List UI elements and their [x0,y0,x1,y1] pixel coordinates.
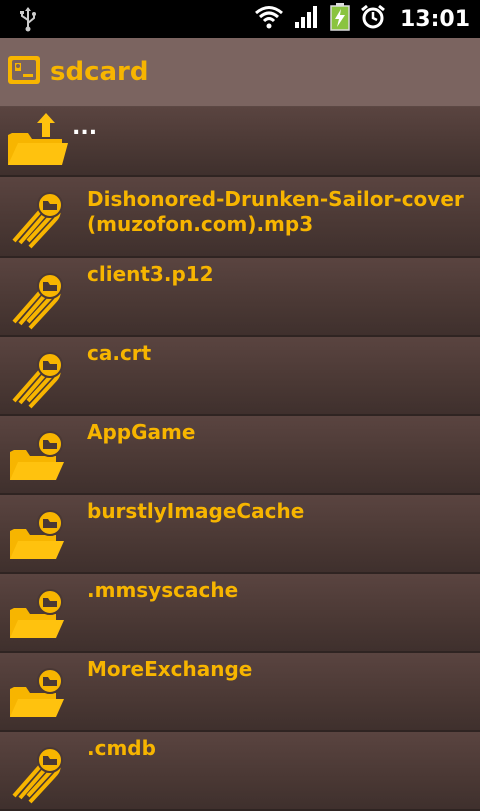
folder-icon [6,588,68,644]
paperclip-file-icon [6,272,68,330]
list-item-file[interactable]: ca.crt [0,337,480,416]
list-item-label: MoreExchange [87,657,253,681]
list-item-label: Dishonored-Drunken-Sailor-cover(muzofon.… [87,187,464,236]
list-item-file[interactable]: client3.p12 [0,258,480,337]
list-item-file[interactable]: .cmdb [0,732,480,811]
clock-time: 13:01 [399,6,470,32]
list-item-label: client3.p12 [87,262,214,286]
list-item-label: burstlyImageCache [87,499,305,523]
folder-icon [6,430,68,486]
list-item-folder[interactable]: burstlyImageCache [0,495,480,574]
folder-icon [6,509,68,565]
list-item-parent-directory[interactable]: ... [0,107,480,177]
wifi-icon [254,4,284,34]
list-item-label: .mmsyscache [87,578,239,602]
file-list: ... Dishonored-Drunken-Sailor-cover(muzo… [0,107,480,811]
folder-icon [6,667,68,723]
alarm-icon [360,4,386,34]
paperclip-file-icon [6,351,68,409]
list-item-folder[interactable]: .mmsyscache [0,574,480,653]
list-item-file[interactable]: Dishonored-Drunken-Sailor-cover(muzofon.… [0,177,480,258]
paperclip-file-icon [6,746,68,804]
list-item-label: ca.crt [87,341,152,365]
signal-icon [294,4,320,34]
title-bar: sdcard [0,38,480,107]
paperclip-file-icon [6,191,68,249]
sdcard-icon [6,54,42,90]
list-item-folder[interactable]: MoreExchange [0,653,480,732]
folder-up-icon [6,113,68,169]
list-item-label: AppGame [87,420,196,444]
list-item-label: ... [72,115,98,140]
status-bar: 13:01 [0,0,480,38]
list-item-label: .cmdb [87,736,156,760]
page-title: sdcard [50,57,149,87]
battery-charging-icon [330,3,350,35]
list-item-folder[interactable]: AppGame [0,416,480,495]
usb-icon [18,6,38,36]
